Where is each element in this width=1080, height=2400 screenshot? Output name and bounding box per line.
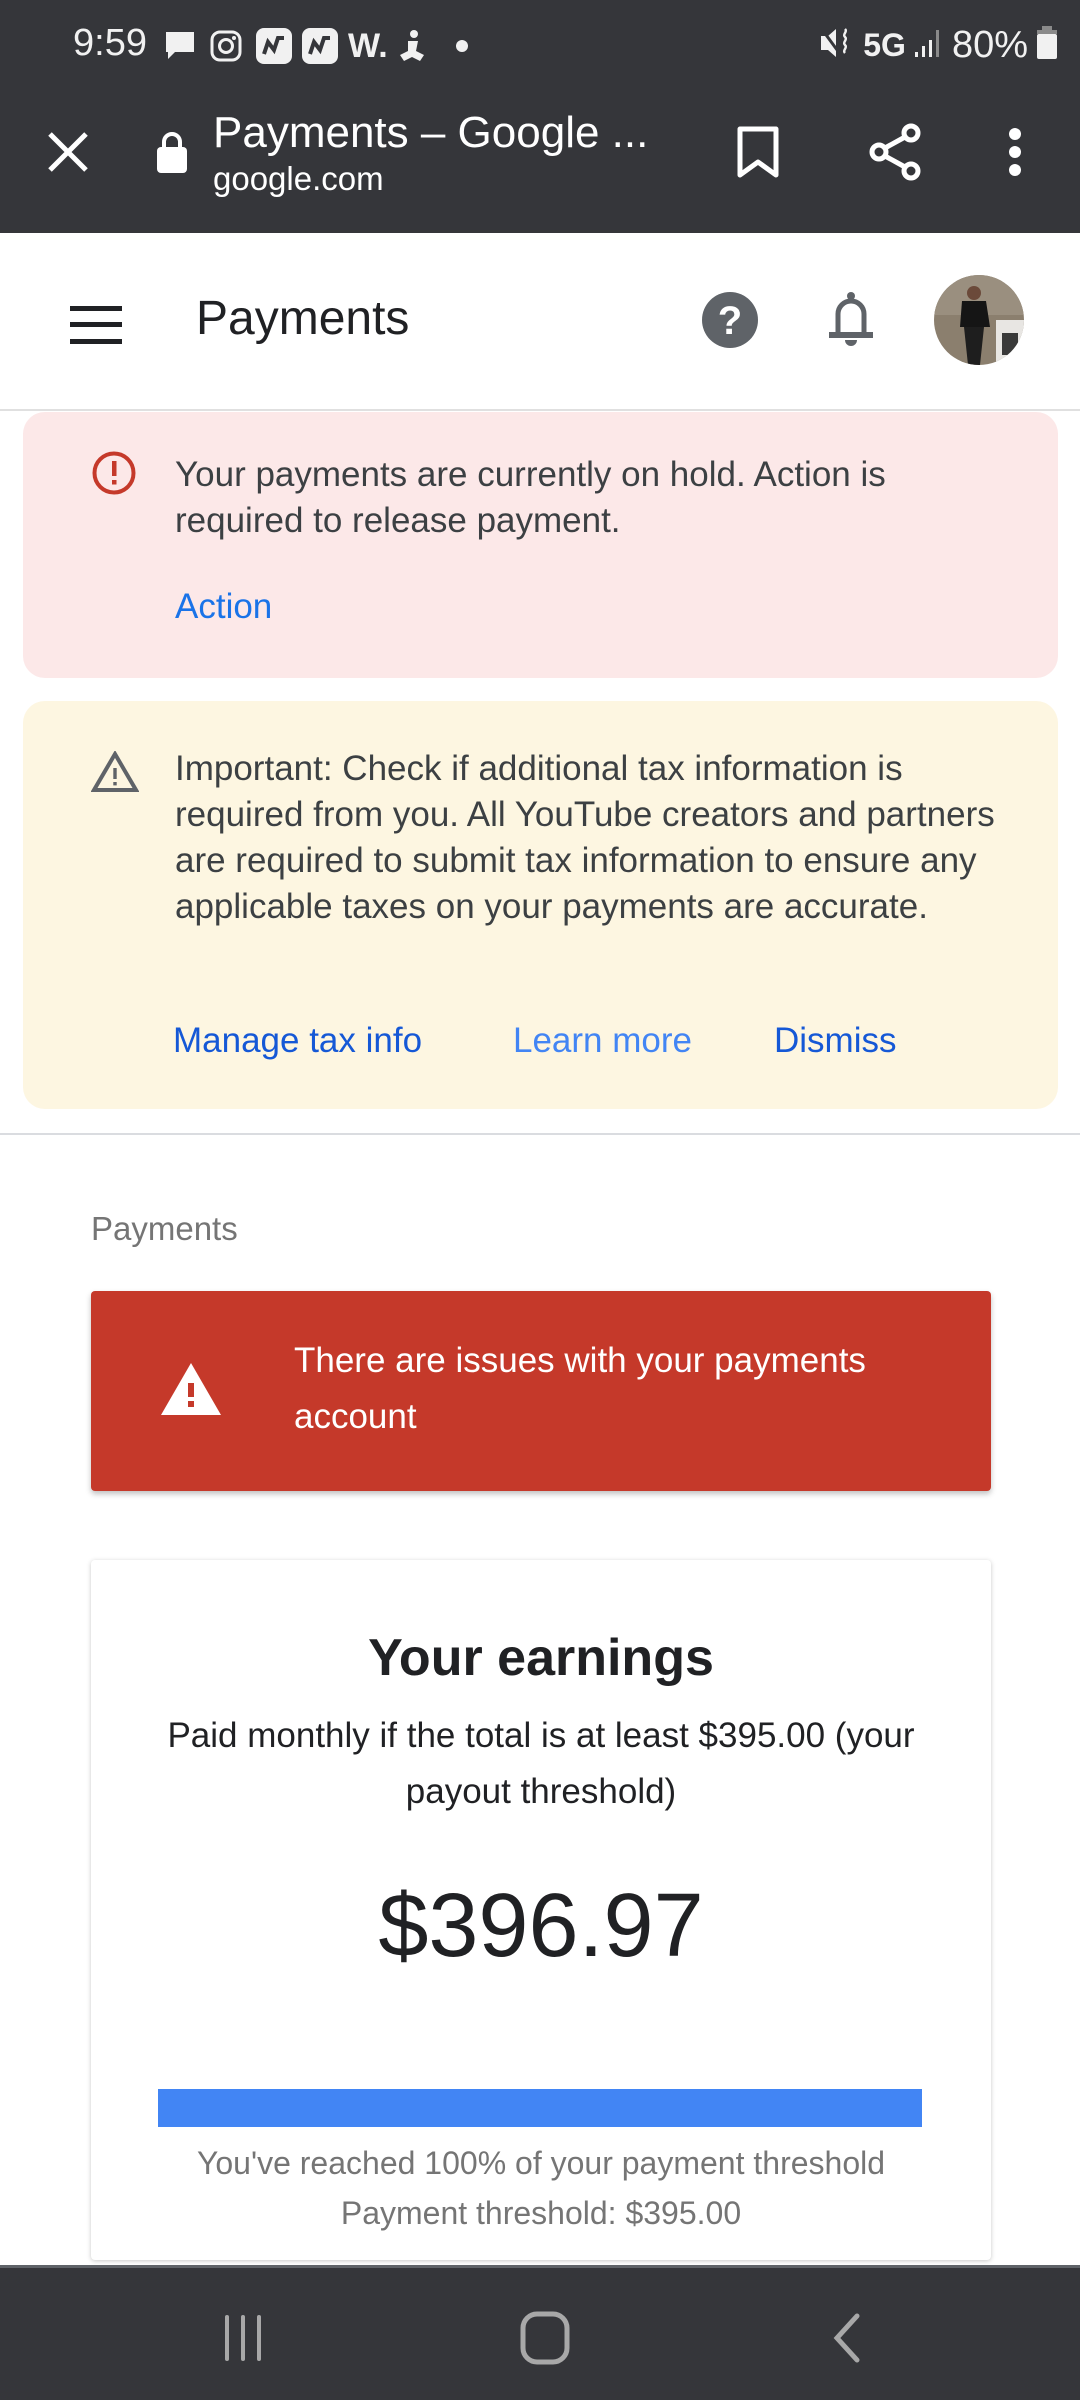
earnings-title: Your earnings xyxy=(368,1629,714,1687)
close-icon xyxy=(48,132,88,172)
warning-icon xyxy=(90,750,140,798)
svg-text:?: ? xyxy=(718,299,742,343)
account-avatar[interactable] xyxy=(934,275,1024,365)
threshold-progress-text: You've reached 100% of your payment thre… xyxy=(111,2138,971,2238)
more-vert-icon xyxy=(1009,128,1021,176)
instagram-icon xyxy=(210,28,242,64)
signal-icon xyxy=(914,28,944,63)
bookmark-button[interactable] xyxy=(718,112,798,192)
share-icon xyxy=(869,123,921,181)
lock-icon xyxy=(156,130,188,179)
w-app-icon: W. xyxy=(348,26,388,65)
threshold-amount: Payment threshold: $395.00 xyxy=(340,2195,742,2231)
home-button[interactable] xyxy=(485,2298,605,2378)
payment-hold-banner: Your payments are currently on hold. Act… xyxy=(23,412,1058,678)
close-tab-button[interactable] xyxy=(28,112,108,192)
app-header: Payments ? xyxy=(0,233,1080,411)
hamburger-menu-icon xyxy=(70,306,122,344)
recents-button[interactable] xyxy=(183,2298,303,2378)
help-icon: ? xyxy=(702,292,758,348)
bell-icon xyxy=(829,292,873,346)
threshold-progress-fill xyxy=(158,2089,922,2127)
bookmark-icon xyxy=(737,126,779,178)
earnings-card: Your earnings Paid monthly if the total … xyxy=(91,1560,991,2260)
action-link[interactable]: Action xyxy=(175,587,272,627)
account-issues-message: There are issues with your payments acco… xyxy=(294,1341,866,1436)
app-icon xyxy=(302,28,338,64)
section-divider xyxy=(0,1133,1080,1135)
screen: 9:59 W. 5G 80% Payments – Google ... goo… xyxy=(0,0,1080,2400)
tax-info-message: Important: Check if additional tax infor… xyxy=(175,749,995,926)
status-right: 5G 80% xyxy=(819,22,1058,68)
battery-icon xyxy=(1036,25,1058,65)
more-options-button[interactable] xyxy=(975,112,1055,192)
meditation-icon xyxy=(398,28,428,64)
network-type: 5G xyxy=(863,26,906,63)
tax-info-banner: Important: Check if additional tax infor… xyxy=(23,701,1058,1109)
help-button[interactable]: ? xyxy=(700,290,764,354)
battery-percent: 80% xyxy=(951,23,1028,66)
browser-toolbar: Payments – Google ... google.com xyxy=(0,90,1080,233)
earnings-subtitle: Paid monthly if the total is at least $3… xyxy=(167,1716,915,1811)
page-title: Payments – Google ... xyxy=(213,108,649,157)
app-icon xyxy=(256,28,292,64)
progress-message: You've reached 100% of your payment thre… xyxy=(196,2145,886,2181)
page-domain: google.com xyxy=(213,160,384,197)
section-label: Payments xyxy=(91,1210,238,1247)
recents-icon xyxy=(225,2315,261,2361)
back-button[interactable] xyxy=(787,2298,907,2378)
message-icon xyxy=(163,28,197,64)
status-bar: 9:59 W. 5G 80% xyxy=(0,0,1080,90)
manage-tax-info-link[interactable]: Manage tax info xyxy=(173,1021,422,1061)
learn-more-link[interactable]: Learn more xyxy=(513,1021,692,1061)
threshold-progress-bar xyxy=(158,2089,922,2127)
url-bar[interactable]: Payments – Google ... google.com xyxy=(213,108,673,198)
system-nav-bar xyxy=(0,2265,1080,2400)
avatar-photo xyxy=(934,275,1024,365)
dismiss-link[interactable]: Dismiss xyxy=(774,1021,896,1061)
payment-hold-message: Your payments are currently on hold. Act… xyxy=(175,455,886,540)
home-icon xyxy=(520,2311,570,2365)
account-issues-banner[interactable]: There are issues with your payments acco… xyxy=(91,1291,991,1491)
more-dot-icon xyxy=(455,28,469,64)
back-icon xyxy=(833,2313,860,2363)
vibrate-mute-icon xyxy=(819,26,855,65)
header-title: Payments xyxy=(196,292,410,345)
error-icon xyxy=(91,450,137,501)
earnings-amount: $396.97 xyxy=(378,1876,704,1976)
warning-filled-icon xyxy=(159,1361,223,1422)
status-time: 9:59 xyxy=(73,22,147,64)
notifications-button[interactable] xyxy=(826,290,886,354)
share-button[interactable] xyxy=(855,112,935,192)
menu-button[interactable] xyxy=(58,287,134,363)
